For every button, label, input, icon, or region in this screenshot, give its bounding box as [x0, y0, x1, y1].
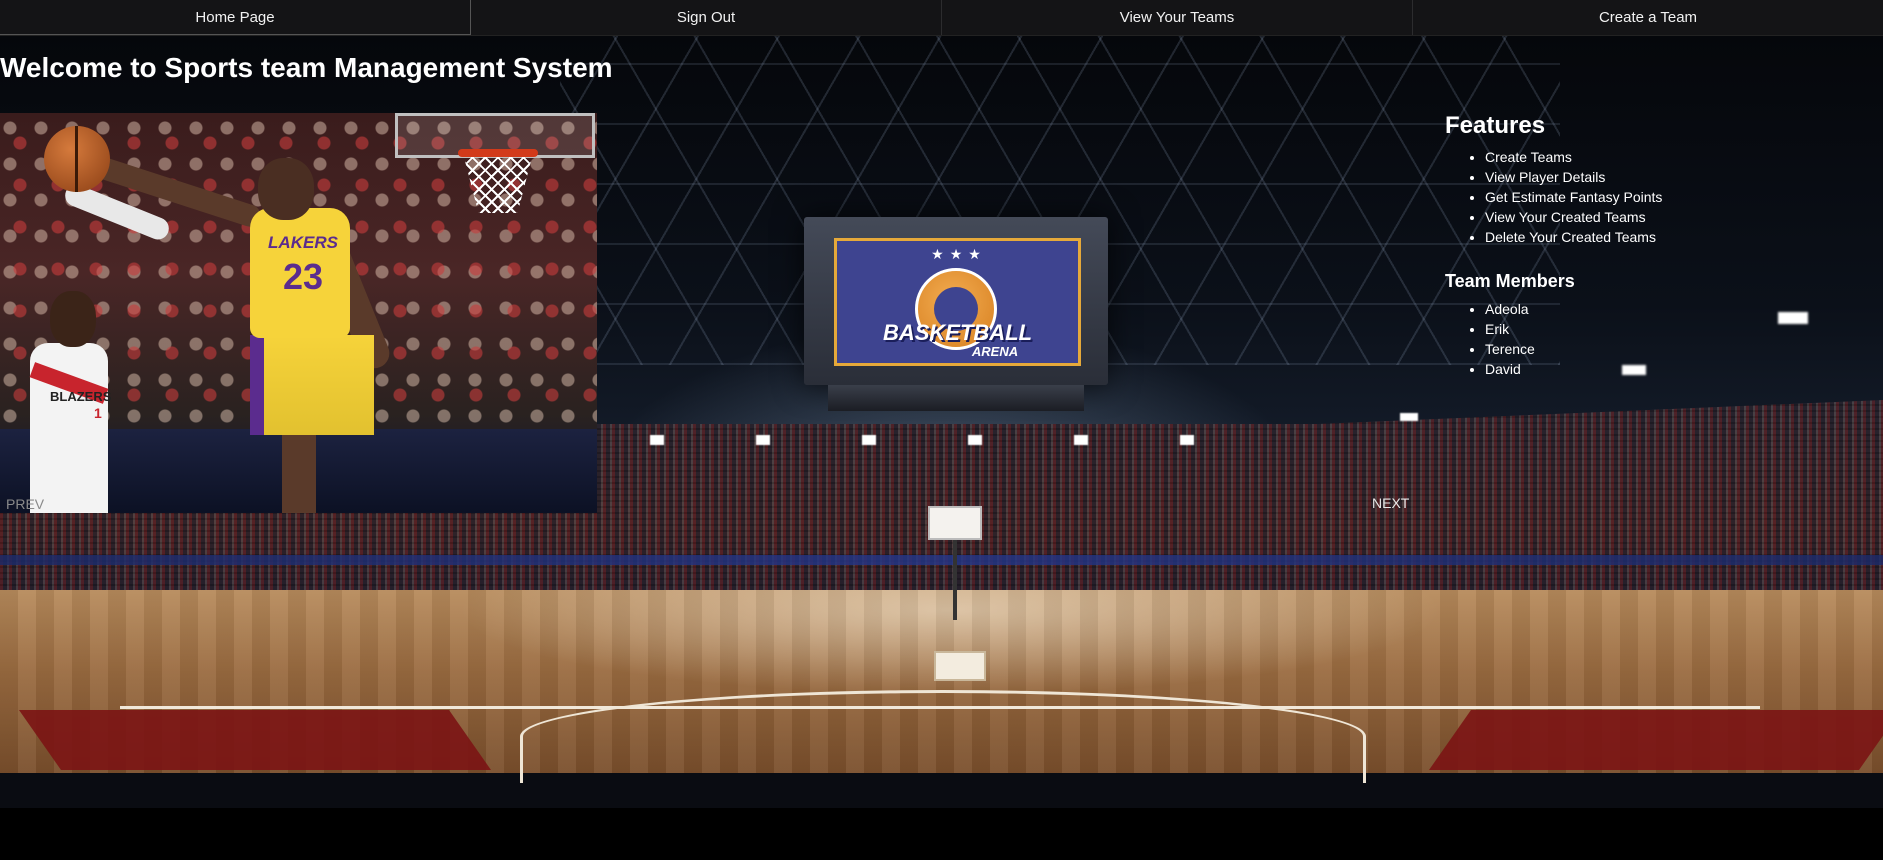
- defender-jersey-number: 1: [94, 405, 102, 421]
- features-list: Create Teams View Player Details Get Est…: [1445, 147, 1845, 247]
- player-leg: [282, 423, 316, 513]
- list-item: Create Teams: [1485, 147, 1845, 167]
- page-footer-area: [0, 808, 1883, 860]
- jumbotron-base: [828, 385, 1084, 411]
- info-panel: Features Create Teams View Player Detail…: [1445, 112, 1845, 379]
- nav-sign-out[interactable]: Sign Out: [471, 0, 942, 35]
- next-button[interactable]: NEXT: [1372, 495, 1409, 511]
- features-heading: Features: [1445, 112, 1546, 139]
- nav-view-your-teams[interactable]: View Your Teams: [942, 0, 1413, 35]
- far-backboard: [928, 506, 982, 540]
- jumbotron-subtitle: ARENA: [971, 344, 1019, 359]
- arena-lights: [650, 435, 1210, 445]
- star-icons: ★★★: [931, 246, 987, 262]
- court-paint-left: [18, 710, 492, 770]
- nav-home-page[interactable]: Home Page: [0, 0, 471, 35]
- near-backboard: [934, 651, 986, 681]
- far-hoop-pole: [953, 540, 957, 620]
- team-members-heading: Team Members: [1445, 271, 1575, 291]
- list-item: David: [1485, 359, 1845, 379]
- defender-jersey-team: BLAZERS: [50, 389, 112, 404]
- basketball-icon: [44, 126, 110, 192]
- basket-net: [463, 153, 533, 213]
- arena-light: [1400, 413, 1418, 421]
- page-title: Welcome to Sports team Management System: [0, 52, 613, 83]
- nav-create-a-team[interactable]: Create a Team: [1413, 0, 1883, 35]
- list-item: Terence: [1485, 339, 1845, 359]
- defender-head: [50, 291, 96, 347]
- list-item: Delete Your Created Teams: [1485, 227, 1845, 247]
- stand-rail: [0, 555, 1883, 565]
- list-item: View Your Created Teams: [1485, 207, 1845, 227]
- list-item: View Player Details: [1485, 167, 1845, 187]
- list-item: Adeola: [1485, 299, 1845, 319]
- team-members-list: Adeola Erik Terence David: [1445, 299, 1845, 379]
- court-arc: [520, 690, 1366, 783]
- list-item: Get Estimate Fantasy Points: [1485, 187, 1845, 207]
- player-head: [258, 158, 314, 220]
- player-shorts: [250, 335, 374, 435]
- slideshow-photo: BLAZERS 1 LAKERS 23: [0, 113, 597, 513]
- prev-button[interactable]: PREV: [6, 496, 44, 512]
- basket-rim: [458, 149, 538, 157]
- court-paint-right: [1428, 710, 1883, 770]
- player-jersey-team: LAKERS: [268, 233, 338, 252]
- player-jersey-number: 23: [282, 256, 324, 297]
- jumbotron-title: BASKETBALL: [882, 320, 1033, 345]
- list-item: Erik: [1485, 319, 1845, 339]
- top-nav: Home Page Sign Out View Your Teams Creat…: [0, 0, 1883, 36]
